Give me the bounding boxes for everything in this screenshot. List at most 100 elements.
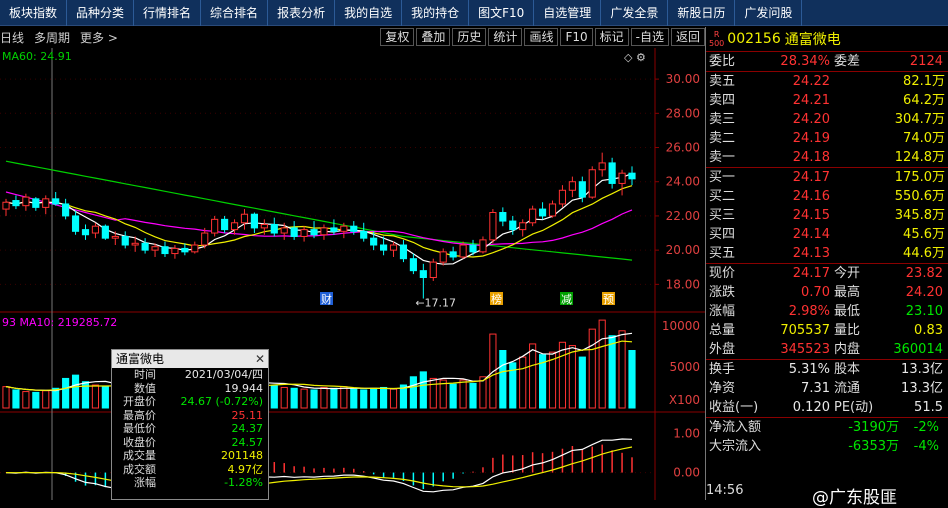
stat-value: 51.5 [914,400,943,415]
toolbar-button-4[interactable]: 画线 [524,28,559,46]
orderbook-row[interactable]: 买一 24.17 175.0万 [706,168,948,187]
kline-chart[interactable]: 30.00 28.00 26.00 24.00 22.00 20.00 18.00 MA60:… [0,48,705,500]
volume-bar [71,374,80,409]
orderbook-price: 24.16 [792,189,830,204]
nav-item-9[interactable]: 广发全景 [601,0,669,26]
stat-label: 最高 [834,285,861,300]
settings-icon: ◇ ⚙ [624,51,646,64]
toolbar-button-7[interactable]: -自选 [630,28,669,46]
low-price-annotation: ←17.17 [415,297,456,310]
stat-label: 净资 [709,381,736,396]
volume-bar [350,388,358,409]
stat-value: 23.82 [905,266,943,281]
quote-title-bar: R 500 002156 通富微电 [706,27,948,52]
info-label: 成交量 [123,449,156,462]
toolbar-button-0[interactable]: 复权 [380,28,415,46]
period-multi[interactable]: 多周期 [34,29,70,46]
info-value: 2021/03/04/四 [184,368,263,381]
volume-bar [300,388,308,409]
price-tick-label: 30.00 [666,72,700,86]
ma10-label: 93 MA10: 219285.72 [2,316,117,329]
stat-label: 涨跌 [709,285,736,300]
stat-value: 345523 [780,342,830,357]
orderbook-label: 买三 [709,208,736,223]
nav-item-4[interactable]: 报表分析 [268,0,336,26]
orderbook-row[interactable]: 卖一 24.18 124.8万 [706,148,948,167]
nav-item-2[interactable]: 行情排名 [134,0,202,26]
orderbook-volume: 124.8万 [894,150,945,165]
nav-item-3[interactable]: 综合排名 [201,0,269,26]
info-row: 开盘价 24.67 (-0.72%) [112,395,268,409]
volume-bar [608,335,616,409]
volume-bar [2,386,10,409]
period-daily[interactable]: 日线 [0,29,24,46]
info-row: 最高价 25.11 [112,409,268,423]
orderbook-row[interactable]: 卖三 24.20 304.7万 [706,110,948,129]
stat-value: 2.98% [788,304,830,319]
info-value: 24.67 (-0.72%) [180,395,263,408]
info-popup-title: 通富微电 ✕ [112,350,268,368]
info-label: 涨幅 [134,476,156,489]
volume-bar [310,389,318,409]
orderbook-price: 24.22 [792,74,830,89]
nav-item-0[interactable]: 板块指数 [0,0,68,26]
volume-bar [290,387,298,409]
volume-bar [91,384,100,409]
orderbook-row[interactable]: 卖二 24.19 74.0万 [706,129,948,148]
volume-bar [370,387,378,409]
stat-value: 13.3亿 [901,362,943,377]
info-popup-stock-name: 通富微电 [116,352,165,366]
price-tick-label: 28.00 [666,106,700,120]
info-row: 收盘价 24.57 [112,436,268,450]
flow-label: 大宗流入 [709,439,762,454]
orderbook-row[interactable]: 卖五 24.22 82.1万 [706,72,948,91]
price-tick-label: 18.00 [666,277,700,291]
nav-item-1[interactable]: 品种分类 [67,0,135,26]
tick-time-row: 14:56 [706,483,743,498]
volume-bar [62,377,70,409]
close-icon[interactable]: ✕ [255,350,265,368]
flow-value: -6353万 [848,439,899,454]
weibi-row: 委比 28.34% 委差 2124 [706,52,948,71]
toolbar-button-6[interactable]: 标记 [594,28,629,46]
macd-tick-label: 1.00 [673,427,700,441]
stat-label: 总量 [709,323,736,338]
price-tick-label: 22.00 [666,209,700,223]
volume-bar [42,390,50,409]
toolbar-button-5[interactable]: F10 [560,28,593,46]
info-row: 最低价 24.37 [112,422,268,436]
info-label: 数值 [134,381,156,395]
stat-value: 7.31 [801,381,830,396]
orderbook-price: 24.18 [792,150,830,165]
chart-bg [0,48,705,500]
toolbar-button-8[interactable]: 返回 [670,28,705,46]
volume-bar [360,389,368,409]
volume-bar [578,356,586,409]
weicha-value: 2124 [909,54,943,69]
orderbook-row[interactable]: 买四 24.14 45.6万 [706,225,948,244]
volume-bar [628,350,636,409]
flow-value: -3190万 [848,420,899,435]
event-marker-label: 榜 [491,292,502,306]
volume-tick-label: X100 [669,393,700,407]
stat-value: 0.70 [801,285,830,300]
orderbook-label: 买四 [709,227,736,242]
nav-item-11[interactable]: 广发问股 [735,0,803,26]
nav-item-6[interactable]: 我的持仓 [402,0,470,26]
orderbook-row[interactable]: 卖四 24.21 64.2万 [706,91,948,110]
more-menu[interactable]: 更多 > [80,29,118,46]
orderbook-volume: 45.6万 [903,227,945,242]
nav-item-8[interactable]: 自选管理 [534,0,602,26]
orderbook-row[interactable]: 买三 24.15 345.8万 [706,206,948,225]
flow-label: 净流入额 [709,420,762,435]
info-value: 25.11 [231,408,264,422]
orderbook-label: 卖三 [709,112,736,127]
toolbar-button-3[interactable]: 统计 [488,28,523,46]
nav-item-7[interactable]: 图文F10 [469,0,535,26]
nav-item-5[interactable]: 我的自选 [335,0,403,26]
toolbar-button-1[interactable]: 叠加 [416,28,451,46]
orderbook-row[interactable]: 买二 24.16 550.6万 [706,187,948,206]
orderbook-row[interactable]: 买五 24.13 44.6万 [706,244,948,263]
toolbar-button-2[interactable]: 历史 [452,28,487,46]
nav-item-10[interactable]: 新股日历 [668,0,736,26]
